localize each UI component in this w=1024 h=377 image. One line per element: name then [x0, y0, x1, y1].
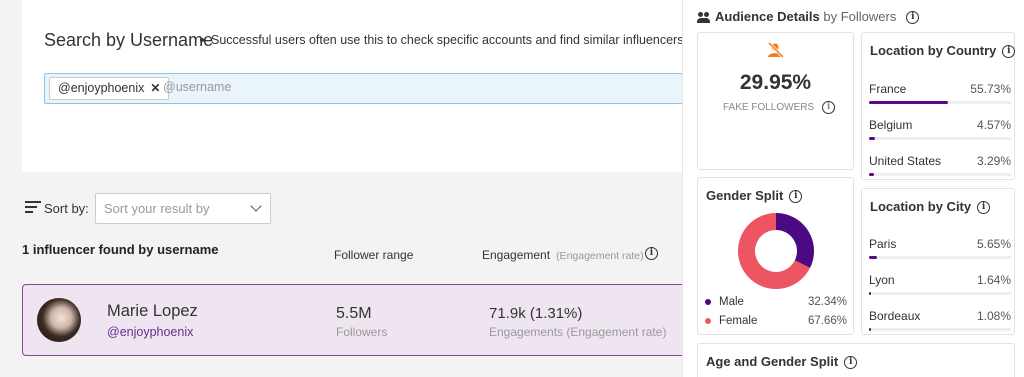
influencer-handle[interactable]: @enjoyphoenix: [107, 325, 193, 339]
sort-select[interactable]: Sort your result by: [95, 193, 271, 224]
country-item: France 55.73%: [869, 82, 1011, 104]
legend-pct: 32.34%: [807, 296, 847, 308]
audience-panel: Audience Details by Followers i 29.95% FA…: [682, 0, 1024, 377]
influencer-name: Marie Lopez: [107, 302, 198, 320]
country-bar: [869, 173, 1011, 176]
city-title: Location by City i: [870, 199, 991, 215]
audience-title: Audience Details: [715, 9, 820, 24]
info-icon[interactable]: i: [844, 356, 858, 370]
column-engagement-label: Engagement: [482, 248, 551, 262]
age-title-text: Age and Gender Split: [706, 354, 839, 369]
fake-followers-value: 29.95%: [739, 71, 812, 94]
country-bar: [869, 137, 1011, 140]
country-pct: 3.29%: [976, 154, 1011, 168]
age-title: Age and Gender Split i: [706, 354, 858, 370]
gender-split-card: Gender Split i Male 32.34% Female 67.66%: [697, 177, 854, 335]
country-bar-fill: [869, 173, 874, 176]
audience-by: by Followers: [823, 9, 897, 24]
city-bar-fill: [869, 292, 872, 295]
country-bar-fill: [869, 101, 949, 104]
influencer-row[interactable]: Marie Lopez @enjoyphoenix 5.5M Followers…: [22, 284, 702, 356]
legend-label: Female: [719, 315, 758, 327]
city-name: Lyon: [869, 273, 895, 287]
city-bar: [869, 256, 1011, 259]
fake-followers-label-text: FAKE FOLLOWERS: [723, 102, 815, 114]
country-pct: 55.73%: [970, 82, 1011, 96]
gender-legend-female: Female 67.66%: [705, 315, 847, 327]
engagement-value: 71.9k (1.31%): [489, 305, 583, 322]
country-name: United States: [869, 154, 942, 168]
city-pct: 1.08%: [976, 309, 1011, 323]
age-gender-card: Age and Gender Split i: [697, 343, 1015, 377]
audience-header: Audience Details by Followers i: [697, 9, 920, 25]
chevron-down-icon: [250, 200, 262, 212]
results-count: 1 influencer found by username: [22, 242, 219, 257]
info-icon[interactable]: i: [645, 247, 658, 260]
search-subtitle-text: Successful users often use this to check…: [211, 33, 684, 47]
column-engagement-sub: (Engagement rate): [556, 250, 644, 262]
info-icon[interactable]: i: [906, 11, 920, 25]
gender-title: Gender Split i: [706, 188, 803, 204]
city-bar-fill: [869, 328, 871, 331]
info-icon[interactable]: i: [822, 101, 836, 114]
followers-label: Followers: [336, 325, 388, 339]
search-title: Search by Username: [44, 30, 214, 50]
legend-label: Male: [719, 296, 744, 308]
bullet-icon: [200, 37, 204, 42]
sort-placeholder: Sort your result by: [104, 201, 210, 216]
gender-legend-male: Male 32.34%: [705, 296, 847, 308]
fake-followers-card: 29.95% FAKE FOLLOWERS i: [697, 32, 854, 170]
country-name: Belgium: [869, 118, 913, 132]
username-chip: @enjoyphoenix ✕: [49, 77, 170, 100]
user-off-icon: [767, 42, 785, 58]
sort-lines-icon: [25, 201, 41, 215]
gender-title-text: Gender Split: [706, 188, 784, 203]
country-item: United States 3.29%: [869, 154, 1011, 176]
search-card: Search by Username Successful users ofte…: [22, 0, 704, 172]
country-title: Location by Country i: [870, 43, 1016, 59]
info-icon[interactable]: i: [1002, 45, 1016, 59]
legend-dot: [705, 317, 711, 324]
location-city-card: Location by City i Paris 5.65% Lyon 1.64% B…: [861, 188, 1015, 335]
city-item: Bordeaux 1.08%: [869, 309, 1011, 331]
app-root: Search by Username Successful users ofte…: [0, 0, 1024, 377]
avatar: [37, 298, 81, 342]
legend-pct: 67.66%: [807, 315, 847, 327]
country-item: Belgium 4.57%: [869, 118, 1011, 140]
city-title-text: Location by City: [870, 199, 972, 214]
city-name: Paris: [869, 237, 897, 251]
location-country-card: Location by Country i France 55.73% Belgiu…: [861, 32, 1016, 180]
sort-label: Sort by:: [44, 201, 89, 216]
people-icon: [697, 12, 711, 24]
city-bar: [869, 328, 1011, 331]
country-name: France: [869, 82, 907, 96]
username-search-box[interactable]: @enjoyphoenix ✕: [44, 73, 704, 104]
country-title-text: Location by Country: [870, 43, 997, 58]
info-icon[interactable]: i: [977, 201, 991, 215]
city-pct: 5.65%: [976, 237, 1011, 251]
column-engagement: Engagement (Engagement rate) i: [482, 247, 658, 262]
city-item: Paris 5.65%: [869, 237, 1011, 259]
city-bar-fill: [869, 256, 878, 259]
city-bar: [869, 292, 1011, 295]
gender-donut-chart: [738, 213, 814, 289]
city-pct: 1.64%: [976, 273, 1011, 287]
legend-dot: [705, 298, 711, 305]
fake-followers-label: FAKE FOLLOWERS i: [723, 101, 836, 114]
country-bar-fill: [869, 137, 876, 140]
country-bar: [869, 101, 1011, 104]
city-item: Lyon 1.64%: [869, 273, 1011, 295]
column-follower-range: Follower range: [334, 248, 414, 262]
engagement-label: Engagements (Engagement rate): [489, 325, 667, 339]
country-pct: 4.57%: [976, 118, 1011, 132]
search-subtitle: Successful users often use this to check…: [200, 33, 683, 47]
username-input[interactable]: [163, 80, 463, 94]
chip-label: @enjoyphoenix: [58, 81, 145, 95]
followers-value: 5.5M: [336, 305, 372, 322]
city-name: Bordeaux: [869, 309, 921, 323]
info-icon[interactable]: i: [789, 190, 803, 204]
donut-slice-male: [776, 213, 814, 268]
close-icon[interactable]: ✕: [150, 81, 160, 95]
